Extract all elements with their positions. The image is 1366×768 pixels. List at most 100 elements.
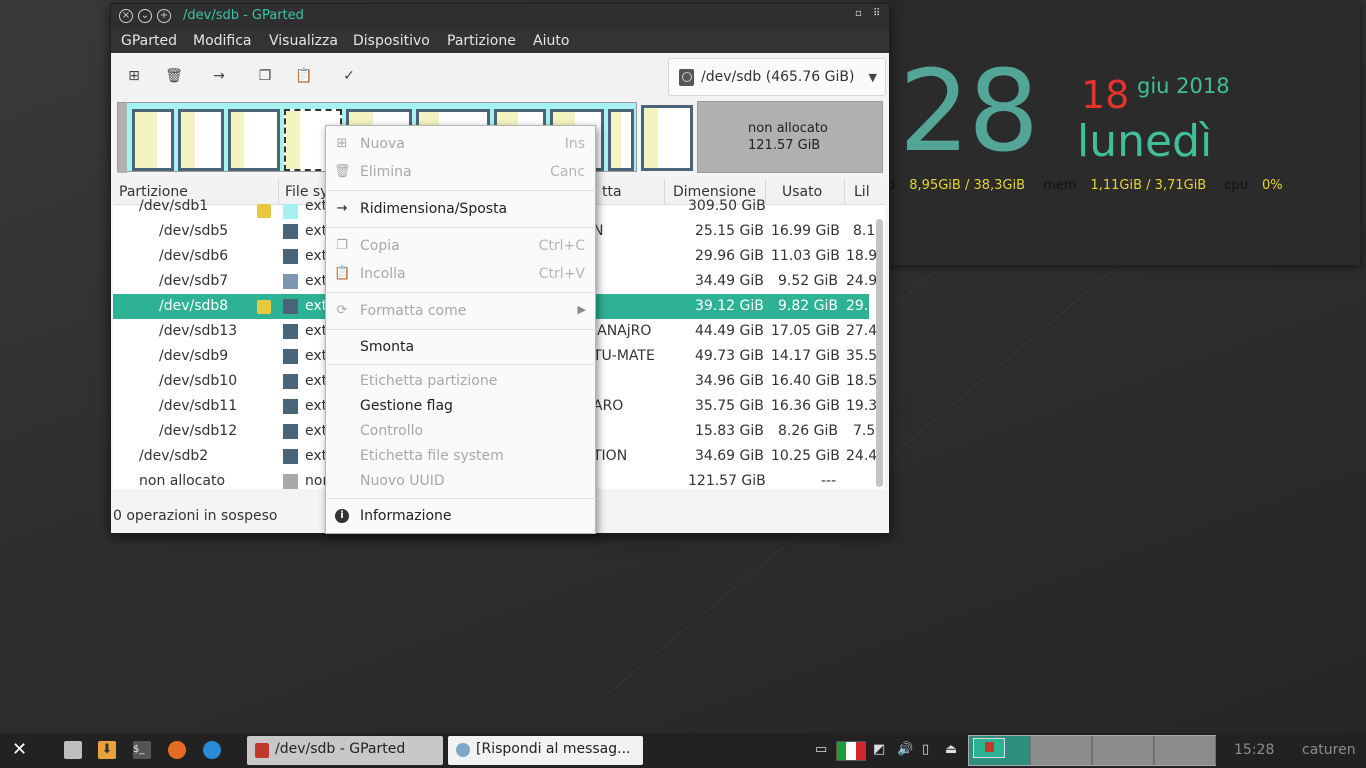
row-part: /dev/sdb8 xyxy=(159,298,229,314)
workspace-1[interactable] xyxy=(969,736,1030,765)
terminal-icon[interactable]: $_ xyxy=(133,741,151,759)
menu-label: Controllo xyxy=(360,423,424,439)
row-fs: ext xyxy=(305,348,328,364)
close-icon[interactable]: × xyxy=(119,9,133,23)
row-used: 16.40 GiB xyxy=(771,373,840,389)
device-selector[interactable]: /dev/sdb (465.76 GiB) ▼ xyxy=(668,58,886,96)
gparted-icon xyxy=(255,743,269,758)
fs-color-icon xyxy=(283,474,298,489)
menu-item-ridimensiona[interactable]: → Ridimensiona/Sposta xyxy=(326,198,595,222)
row-part: /dev/sdb6 xyxy=(159,248,229,264)
menu-item-controllo[interactable]: Controllo xyxy=(326,420,595,444)
partition-block-sdb5[interactable] xyxy=(132,109,174,171)
menu-item-formatta[interactable]: ⟳ Formatta come ▶ xyxy=(326,300,595,324)
menu-item-informazione[interactable]: i Informazione xyxy=(326,505,595,529)
menu-item-elimina[interactable]: 🗑 Elimina Canc xyxy=(326,161,595,185)
row-fs: ext xyxy=(305,248,328,264)
context-menu: ⊞ Nuova Ins 🗑 Elimina Canc → Ridimension… xyxy=(325,125,596,534)
taskbar-user[interactable]: caturen xyxy=(1302,742,1356,758)
menu-partizione[interactable]: Partizione xyxy=(447,33,516,49)
cpu-key: cpu xyxy=(1224,178,1249,193)
italian-flag-icon[interactable] xyxy=(836,741,866,761)
row-part: /dev/sdb5 xyxy=(159,223,229,239)
refresh-icon: ⟳ xyxy=(336,303,348,318)
menu-item-etichetta-fs[interactable]: Etichetta file system xyxy=(326,445,595,469)
task-gparted[interactable]: /dev/sdb - GParted xyxy=(247,736,443,765)
menu-aiuto[interactable]: Aiuto xyxy=(533,33,569,49)
maximize-icon[interactable]: + xyxy=(157,9,171,23)
unallocated-label: non allocato xyxy=(748,121,828,136)
taskbar-clock[interactable]: 15:28 xyxy=(1234,742,1274,758)
copy-icon[interactable]: ❐ xyxy=(254,65,276,87)
partition-block-sdb12[interactable] xyxy=(608,109,634,171)
menu-separator xyxy=(327,364,596,365)
firefox-icon[interactable] xyxy=(168,741,186,759)
download-icon[interactable]: ⬇ xyxy=(98,741,116,759)
battery-icon[interactable]: ▯ xyxy=(922,742,929,757)
unallocated-block[interactable]: non allocato 121.57 GiB xyxy=(697,101,883,173)
row-part: /dev/sdb7 xyxy=(159,273,229,289)
new-partition-icon[interactable]: ⊞ xyxy=(123,65,145,87)
workspace-2[interactable] xyxy=(1031,736,1092,765)
clock-month-year: giu 2018 xyxy=(1137,74,1230,98)
row-fs: ext xyxy=(305,423,328,439)
minimize-icon[interactable]: ⌄ xyxy=(138,9,152,23)
xfce-menu-icon[interactable]: ✕ xyxy=(12,741,30,759)
menu-item-nuova[interactable]: ⊞ Nuova Ins xyxy=(326,133,595,157)
menu-gparted[interactable]: GParted xyxy=(121,33,177,49)
menu-item-copia[interactable]: ❐ Copia Ctrl+C xyxy=(326,235,595,259)
status-bar: 0 operazioni in sospeso xyxy=(113,508,278,524)
partition-block-sdb2[interactable] xyxy=(641,105,693,171)
menu-label: Ridimensiona/Sposta xyxy=(360,201,508,217)
row-part: /dev/sdb10 xyxy=(159,373,238,389)
menu-item-incolla[interactable]: 📋 Incolla Ctrl+V xyxy=(326,263,595,287)
file-manager-icon[interactable] xyxy=(64,741,82,759)
menu-modifica[interactable]: Modifica xyxy=(193,33,252,49)
grip-icon[interactable]: ⠿ xyxy=(873,8,880,19)
network-icon[interactable]: ◩ xyxy=(873,742,885,757)
row-size: 34.49 GiB xyxy=(695,273,764,289)
screenshot-icon[interactable]: ▭ xyxy=(815,742,827,757)
mem-value: 1,11GiB / 3,71GiB xyxy=(1090,178,1207,193)
fs-color-icon xyxy=(283,449,298,464)
resize-move-icon[interactable]: → xyxy=(208,65,230,87)
vertical-scrollbar[interactable] xyxy=(876,219,883,487)
row-fs: ext xyxy=(305,223,328,239)
row-used: --- xyxy=(821,473,837,489)
fs-color-icon xyxy=(283,204,298,219)
title-bar[interactable]: × ⌄ + /dev/sdb - GParted ▫ ⠿ xyxy=(111,4,889,29)
flag-green xyxy=(837,742,847,760)
volume-icon[interactable]: 🔊 xyxy=(897,742,913,757)
partition-block-sdb6[interactable] xyxy=(178,109,224,171)
menu-bar: GParted Modifica Visualizza Dispositivo … xyxy=(111,29,889,53)
thunderbird-icon[interactable] xyxy=(203,741,221,759)
task-thunderbird[interactable]: [Rispondi al messag... xyxy=(448,736,643,765)
row-free: 24.4 xyxy=(846,448,878,464)
flag-red xyxy=(855,742,865,760)
row-label: TION xyxy=(593,448,628,464)
fs-color-icon xyxy=(283,324,298,339)
menu-accel: Ctrl+C xyxy=(538,238,585,254)
gparted-thumb-icon xyxy=(985,742,994,752)
menu-dispositivo[interactable]: Dispositivo xyxy=(353,33,430,49)
menu-label: Informazione xyxy=(360,508,452,524)
row-label: TU-MATE xyxy=(593,348,655,364)
partition-block-sdb7[interactable] xyxy=(228,109,280,171)
workspace-4[interactable] xyxy=(1155,736,1216,765)
delete-icon[interactable]: 🗑 xyxy=(163,65,185,87)
row-fs: ext xyxy=(305,323,328,339)
menu-item-etichetta-partizione[interactable]: Etichetta partizione xyxy=(326,370,595,394)
menu-visualizza[interactable]: Visualizza xyxy=(269,33,338,49)
restore-icon[interactable]: ▫ xyxy=(855,8,862,19)
eject-icon[interactable]: ⏏ xyxy=(945,742,957,757)
workspace-3[interactable] xyxy=(1093,736,1154,765)
paste-icon[interactable]: 📋 xyxy=(293,65,315,87)
row-size: 15.83 GiB xyxy=(695,423,764,439)
apply-icon[interactable]: ✓ xyxy=(338,65,360,87)
mem-key: mem xyxy=(1043,178,1077,193)
menu-item-nuovo-uuid[interactable]: Nuovo UUID xyxy=(326,470,595,494)
menu-accel: Ctrl+V xyxy=(538,266,585,282)
row-fs: ext xyxy=(305,398,328,414)
menu-item-gestione-flag[interactable]: Gestione flag xyxy=(326,395,595,419)
menu-item-smonta[interactable]: Smonta xyxy=(326,336,595,360)
